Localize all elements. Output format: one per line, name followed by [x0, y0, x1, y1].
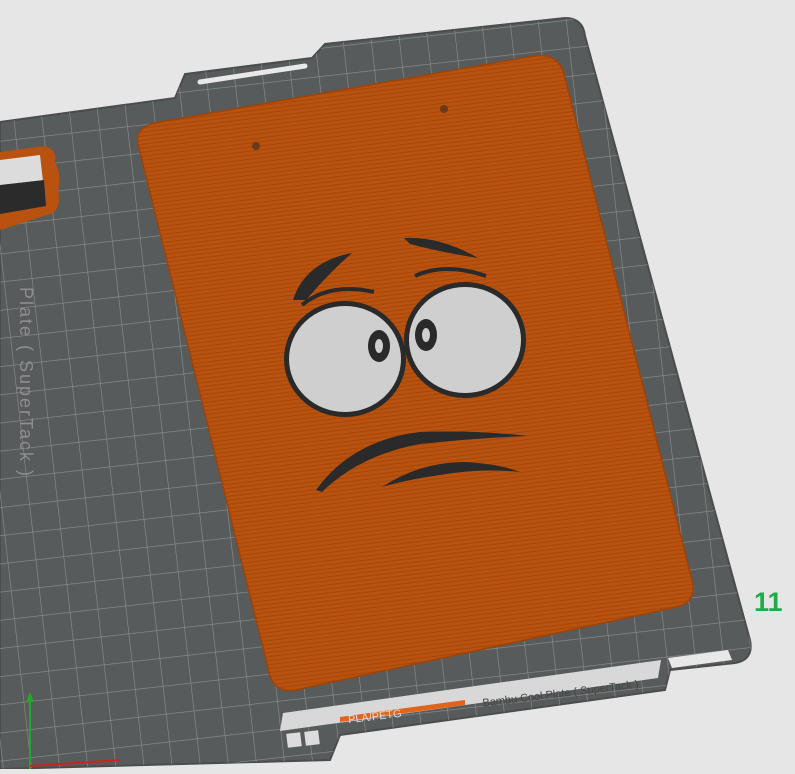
3d-viewport[interactable]: Plate ( SuperTack ) 11 Bambu Cool Plate …: [0, 0, 795, 771]
plate-number-label: 11: [754, 587, 783, 617]
plate-logo-icon: [286, 732, 302, 748]
mount-hole: [440, 105, 448, 113]
plate-vertical-label: Plate ( SuperTack ): [16, 286, 37, 479]
mount-hole: [252, 142, 260, 150]
build-plate-scene[interactable]: [0, 0, 795, 771]
plate-logo-icon: [304, 730, 320, 746]
